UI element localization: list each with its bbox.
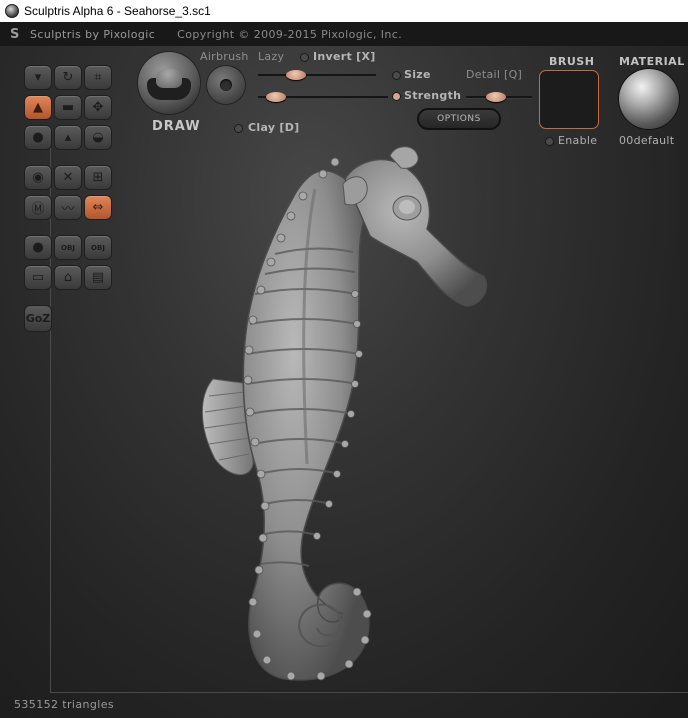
- lazy-slider-knob[interactable]: [286, 70, 306, 80]
- airbrush-icon: [220, 79, 232, 91]
- export-obj-icon: OBJ: [91, 243, 105, 252]
- seahorse-model[interactable]: [195, 134, 495, 694]
- brush-alpha-slot[interactable]: [539, 70, 599, 129]
- sphere-button[interactable]: ●: [24, 235, 52, 260]
- scale-icon: ⌗: [94, 70, 102, 85]
- import-obj-icon: OBJ: [61, 243, 75, 252]
- crease-icon: ▾: [34, 70, 42, 85]
- strength-label: Strength: [404, 89, 462, 102]
- material-preview[interactable]: [619, 69, 679, 129]
- options-button[interactable]: OPTIONS: [417, 108, 501, 130]
- app-icon: [5, 4, 19, 18]
- invert-radio[interactable]: [300, 53, 309, 62]
- grab-tool-button[interactable]: ✥: [84, 95, 112, 120]
- save-icon: ▤: [91, 270, 105, 285]
- grid-tool-button[interactable]: ⊞: [84, 165, 112, 190]
- triangle-count: 535152 triangles: [14, 698, 115, 711]
- material-tool-button[interactable]: Ⓜ: [24, 195, 52, 220]
- brush-panel-title: BRUSH: [549, 55, 595, 68]
- brush-mode-label: DRAW: [152, 119, 201, 134]
- sculptris-logo-icon: S: [10, 26, 20, 42]
- pinch-tool-button[interactable]: ◒: [84, 125, 112, 150]
- mask-tool-button[interactable]: ✕: [54, 165, 82, 190]
- mask-icon: ✕: [62, 170, 74, 185]
- inflate-icon: ▴: [64, 130, 72, 145]
- scale-tool-button[interactable]: ⌗: [84, 65, 112, 90]
- symmetry-icon: ⇔: [92, 200, 104, 215]
- move-icon: ✥: [92, 100, 104, 115]
- material-icon: Ⓜ: [31, 202, 45, 217]
- smooth-icon: ●: [32, 130, 44, 145]
- strength-radio[interactable]: [392, 92, 401, 101]
- material-panel-title: MATERIAL: [619, 55, 685, 68]
- draw-icon: ▲: [33, 100, 43, 115]
- title-bar: Sculptris Alpha 6 - Seahorse_3.sc1: [0, 0, 688, 22]
- rotate-tool-button[interactable]: ↻: [54, 65, 82, 90]
- flatten-icon: ▬: [61, 100, 75, 115]
- flatten-tool-button[interactable]: ▬: [54, 95, 82, 120]
- crease-tool-button[interactable]: ▾: [24, 65, 52, 90]
- tool-palette: ▾ ↻ ⌗ ▲ ▬ ✥ ● ▴ ◒ ◉ ✕ ⊞ Ⓜ 〰 ⇔ ● OBJ OBJ …: [22, 60, 118, 360]
- pinch-icon: ◒: [92, 130, 104, 145]
- sculptris-app: S Sculptris by Pixologic Copyright © 200…: [0, 22, 688, 718]
- reduce-icon: ◉: [32, 170, 44, 185]
- detail-slider-knob[interactable]: [486, 92, 506, 102]
- size-radio[interactable]: [392, 71, 401, 80]
- reduce-tool-button[interactable]: ◉: [24, 165, 52, 190]
- brush-enable-label[interactable]: Enable: [558, 134, 597, 147]
- lazy-label: Lazy: [258, 50, 285, 63]
- material-name: 00default: [619, 134, 675, 147]
- brush-enable-radio[interactable]: [545, 137, 554, 146]
- brand-label: Sculptris by Pixologic: [30, 27, 156, 41]
- invert-label[interactable]: Invert [X]: [313, 50, 376, 63]
- grid-icon: ⊞: [92, 170, 104, 185]
- brush-bump-icon: [156, 68, 182, 88]
- wave-icon: 〰: [61, 202, 75, 217]
- wave-tool-button[interactable]: 〰: [54, 195, 82, 220]
- inflate-tool-button[interactable]: ▴: [54, 125, 82, 150]
- open-icon: ⌂: [63, 270, 73, 285]
- export-obj-button[interactable]: OBJ: [84, 235, 112, 260]
- sphere-icon: ●: [32, 240, 44, 255]
- airbrush-toggle[interactable]: [207, 66, 245, 104]
- size-slider-knob[interactable]: [266, 92, 286, 102]
- window-title: Sculptris Alpha 6 - Seahorse_3.sc1: [24, 4, 211, 18]
- draw-tool-button[interactable]: ▲: [24, 95, 52, 120]
- brush-mode-ball[interactable]: [138, 52, 200, 114]
- plane-button[interactable]: ▭: [24, 265, 52, 290]
- airbrush-label: Airbrush: [200, 50, 249, 63]
- detail-label: Detail [Q]: [466, 68, 523, 81]
- plane-icon: ▭: [31, 270, 45, 285]
- rotate-icon: ↻: [62, 70, 74, 85]
- import-obj-button[interactable]: OBJ: [54, 235, 82, 260]
- goz-button[interactable]: GoZ: [24, 305, 52, 332]
- app-header: S Sculptris by Pixologic Copyright © 200…: [0, 22, 688, 46]
- copyright-label: Copyright © 2009-2015 Pixologic, Inc.: [177, 27, 403, 41]
- open-button[interactable]: ⌂: [54, 265, 82, 290]
- smooth-tool-button[interactable]: ●: [24, 125, 52, 150]
- save-button[interactable]: ▤: [84, 265, 112, 290]
- clay-radio[interactable]: [234, 124, 243, 133]
- lazy-slider-track[interactable]: [258, 74, 376, 77]
- size-label: Size: [404, 68, 431, 81]
- symmetry-tool-button[interactable]: ⇔: [84, 195, 112, 220]
- clay-label[interactable]: Clay [D]: [248, 121, 300, 134]
